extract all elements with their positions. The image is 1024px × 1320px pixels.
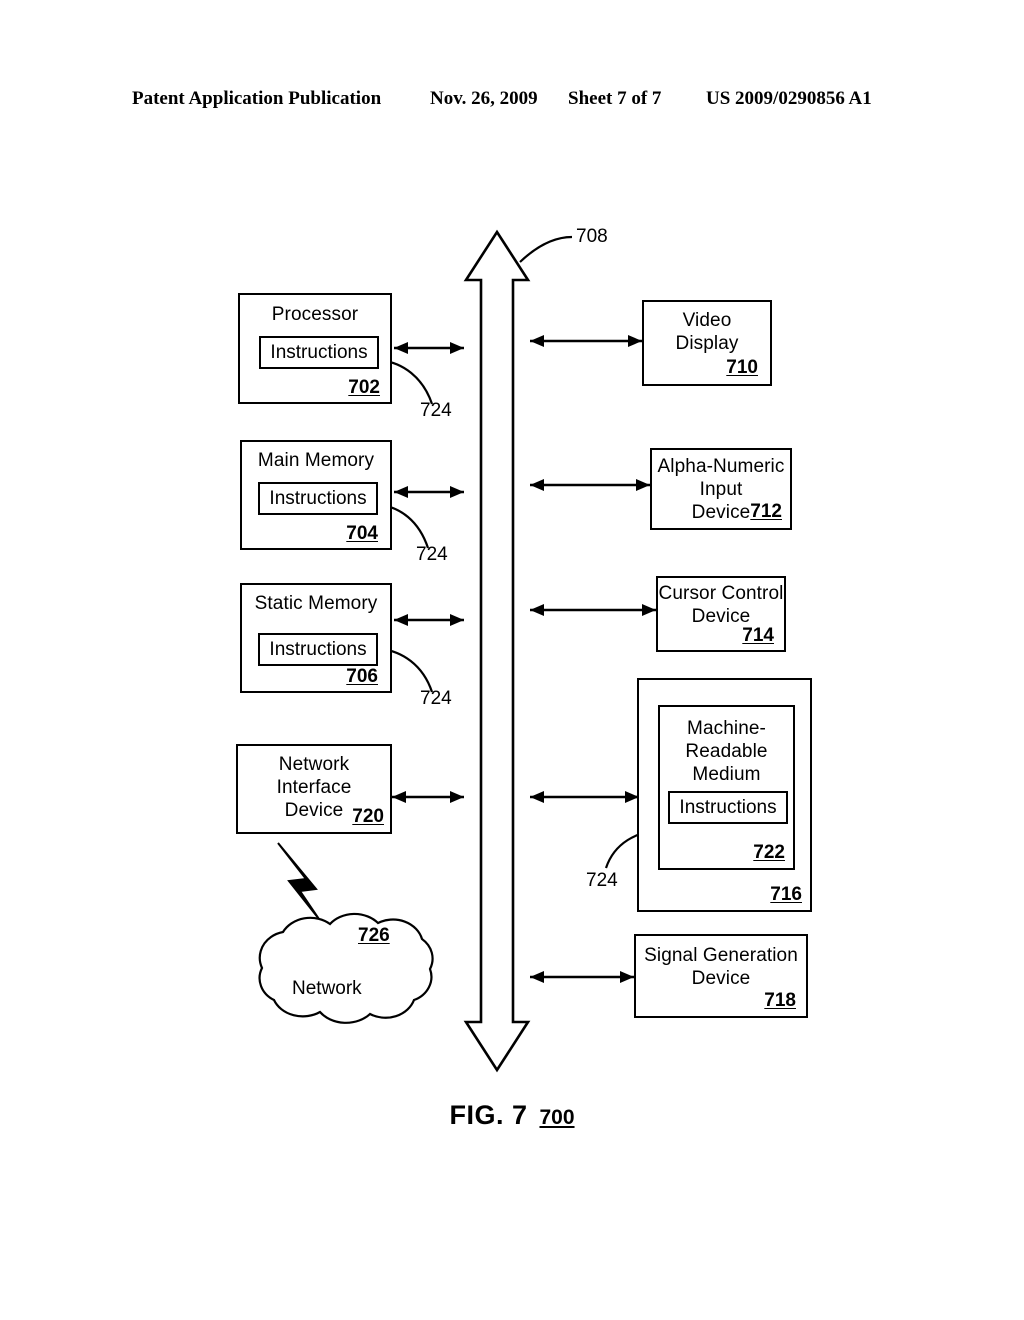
block-signal-generation-device: Signal Generation Device 718 xyxy=(634,934,808,1018)
block-machine-readable-medium: Machine- Readable Medium Instructions 72… xyxy=(658,705,795,870)
cursor-control-ref-714: 714 xyxy=(742,625,774,646)
block-static-memory: Static Memory Instructions 706 xyxy=(240,583,392,693)
network-interface-line-1: Network xyxy=(278,754,350,775)
main-memory-ref-704: 704 xyxy=(346,523,378,544)
alpha-numeric-line-3: Device xyxy=(691,502,751,523)
connector-processor-bus xyxy=(394,342,464,354)
alpha-numeric-line-1: Alpha-Numeric xyxy=(657,456,785,477)
network-cloud-ref-726: 726 xyxy=(358,925,390,946)
connector-bus-drive-unit xyxy=(530,791,639,803)
figure-caption-ref: 700 xyxy=(539,1106,575,1129)
machine-readable-medium-line-1: Machine- xyxy=(687,718,766,739)
alpha-numeric-line-2: Input xyxy=(699,479,743,500)
leader-line-708 xyxy=(519,235,573,263)
processor-instructions-box: Instructions xyxy=(259,336,379,369)
connector-main-memory-bus xyxy=(394,486,464,498)
connector-bus-alpha-numeric-input xyxy=(530,479,650,491)
signal-generation-line-2: Device xyxy=(691,968,751,989)
video-display-line-2: Display xyxy=(675,333,739,354)
machine-readable-medium-ref-722: 722 xyxy=(753,842,785,863)
leader-label-724-static-memory: 724 xyxy=(420,688,452,709)
signal-generation-line-1: Signal Generation xyxy=(644,945,798,966)
static-memory-instructions-box: Instructions xyxy=(258,633,378,666)
drive-unit-ref-716: 716 xyxy=(770,884,802,905)
machine-readable-medium-line-3: Medium xyxy=(692,764,761,785)
system-bus-arrow xyxy=(463,229,531,1073)
connector-bus-cursor-control xyxy=(530,604,656,616)
network-interface-line-2: Interface xyxy=(276,777,352,798)
network-interface-line-3: Device xyxy=(284,800,344,821)
bus-ref-label-708: 708 xyxy=(576,226,608,247)
block-main-memory: Main Memory Instructions 704 xyxy=(240,440,392,550)
connector-bus-signal-generation xyxy=(530,971,634,983)
cursor-control-line-1: Cursor Control xyxy=(658,583,784,604)
block-drive-unit: 716 Machine- Readable Medium Instruction… xyxy=(637,678,812,912)
machine-readable-medium-instructions-box: Instructions xyxy=(668,791,788,824)
video-display-ref-710: 710 xyxy=(726,357,758,378)
machine-readable-medium-line-2: Readable xyxy=(685,741,768,762)
block-video-display: Video Display 710 xyxy=(642,300,772,386)
leader-label-724-main-memory: 724 xyxy=(416,544,448,565)
leader-label-724-machine-readable-medium: 724 xyxy=(586,870,618,891)
network-cloud-title: Network xyxy=(292,978,362,999)
main-memory-title: Main Memory xyxy=(257,450,375,471)
block-network-interface-device: Network Interface Device 720 xyxy=(236,744,392,834)
connector-static-memory-bus xyxy=(394,614,464,626)
network-interface-ref-720: 720 xyxy=(352,806,384,827)
processor-title: Processor xyxy=(271,304,359,325)
block-alpha-numeric-input-device: Alpha-Numeric Input Device 712 xyxy=(650,448,792,530)
static-memory-ref-706: 706 xyxy=(346,666,378,687)
connector-bus-video-display xyxy=(530,335,642,347)
block-cursor-control-device: Cursor Control Device 714 xyxy=(656,576,786,652)
static-memory-title: Static Memory xyxy=(254,593,378,614)
alpha-numeric-ref-712: 712 xyxy=(750,501,782,522)
video-display-line-1: Video xyxy=(682,310,732,331)
network-cloud-shape xyxy=(258,912,434,1024)
block-processor: Processor Instructions 702 xyxy=(238,293,392,404)
figure-7-diagram: Processor Instructions 702 724 Main Memo… xyxy=(0,0,1024,1320)
leader-label-724-processor: 724 xyxy=(420,400,452,421)
figure-caption-label: FIG. 7 xyxy=(449,1100,528,1130)
signal-generation-ref-718: 718 xyxy=(764,990,796,1011)
main-memory-instructions-box: Instructions xyxy=(258,482,378,515)
figure-caption: FIG. 7 700 xyxy=(0,1100,1024,1131)
processor-ref-702: 702 xyxy=(348,377,380,398)
lightning-bolt-icon xyxy=(277,842,320,920)
